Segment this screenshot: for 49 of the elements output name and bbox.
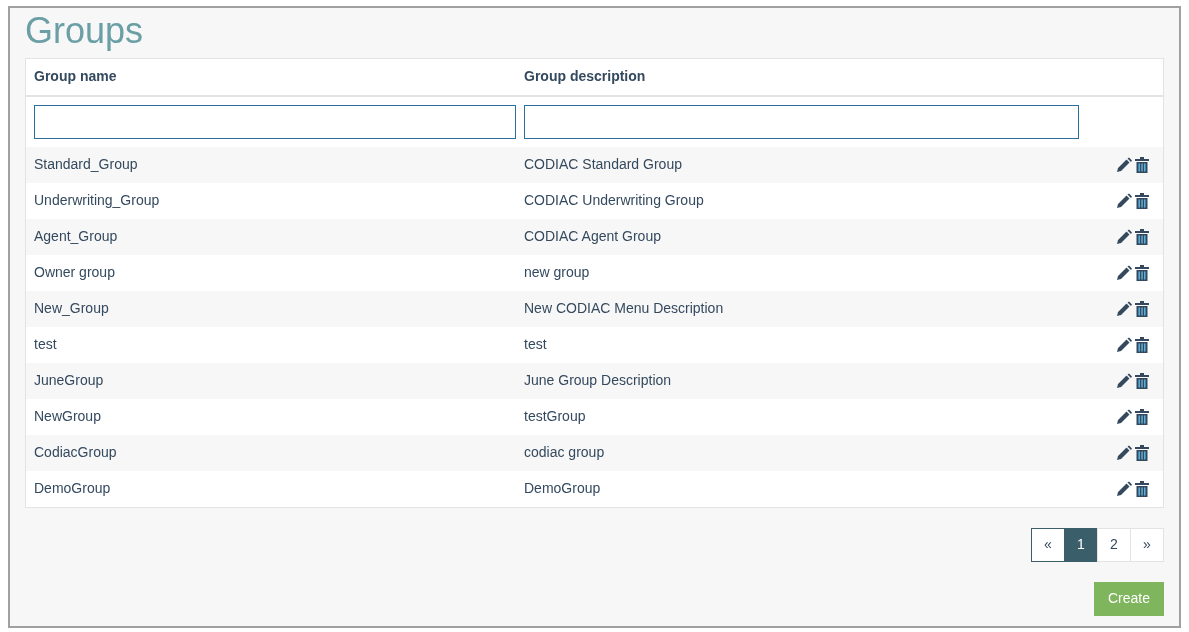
table-cell: CODIAC Agent Group	[524, 228, 661, 245]
pencil-icon[interactable]	[1116, 372, 1132, 389]
table-cell: CodiacGroup	[34, 444, 117, 461]
column-header: Group name	[34, 68, 117, 85]
trash-icon[interactable]	[1135, 336, 1149, 353]
trash-icon[interactable]	[1135, 300, 1149, 317]
page-button[interactable]: 1	[1064, 527, 1098, 562]
filter-field[interactable]	[34, 104, 516, 139]
pencil-icon[interactable]	[1116, 300, 1132, 317]
table-cell: test	[524, 336, 547, 353]
pencil-icon[interactable]	[1116, 408, 1132, 425]
table-cell: JuneGroup	[34, 372, 104, 389]
page-title: Groups	[25, 12, 145, 50]
trash-icon[interactable]	[1135, 408, 1149, 425]
trash-icon[interactable]	[1135, 444, 1149, 461]
table-cell: new group	[524, 264, 590, 281]
table-cell: Standard_Group	[34, 156, 138, 173]
table-cell: DemoGroup	[34, 480, 111, 497]
table-cell: codiac group	[524, 444, 605, 461]
pencil-icon[interactable]	[1116, 156, 1132, 173]
pencil-icon[interactable]	[1116, 444, 1132, 461]
table-cell: CODIAC Standard Group	[524, 156, 682, 173]
trash-icon[interactable]	[1135, 192, 1149, 209]
table-cell: testGroup	[524, 408, 586, 425]
table-cell: Underwriting_Group	[34, 192, 160, 209]
table-cell: New_Group	[34, 300, 109, 317]
page-button[interactable]: «	[1031, 527, 1065, 562]
pencil-icon[interactable]	[1116, 336, 1132, 353]
table-cell: DemoGroup	[524, 480, 601, 497]
column-header: Group description	[524, 68, 646, 85]
table-cell: June Group Description	[524, 372, 672, 389]
table-cell: Owner group	[34, 264, 115, 281]
trash-icon[interactable]	[1135, 156, 1149, 173]
filter-field[interactable]	[524, 104, 1079, 139]
table-cell: CODIAC Underwriting Group	[524, 192, 704, 209]
pencil-icon[interactable]	[1116, 228, 1132, 245]
table-cell: New CODIAC Menu Description	[524, 300, 724, 317]
pencil-icon[interactable]	[1116, 264, 1132, 281]
trash-icon[interactable]	[1135, 228, 1149, 245]
table-cell: Agent_Group	[34, 228, 118, 245]
page-button[interactable]: »	[1130, 527, 1164, 562]
trash-icon[interactable]	[1135, 480, 1149, 497]
trash-icon[interactable]	[1135, 372, 1149, 389]
trash-icon[interactable]	[1135, 264, 1149, 281]
table-cell: test	[34, 336, 57, 353]
pencil-icon[interactable]	[1116, 192, 1132, 209]
table-cell: NewGroup	[34, 408, 101, 425]
pencil-icon[interactable]	[1116, 480, 1132, 497]
page-button[interactable]: 2	[1097, 527, 1131, 562]
